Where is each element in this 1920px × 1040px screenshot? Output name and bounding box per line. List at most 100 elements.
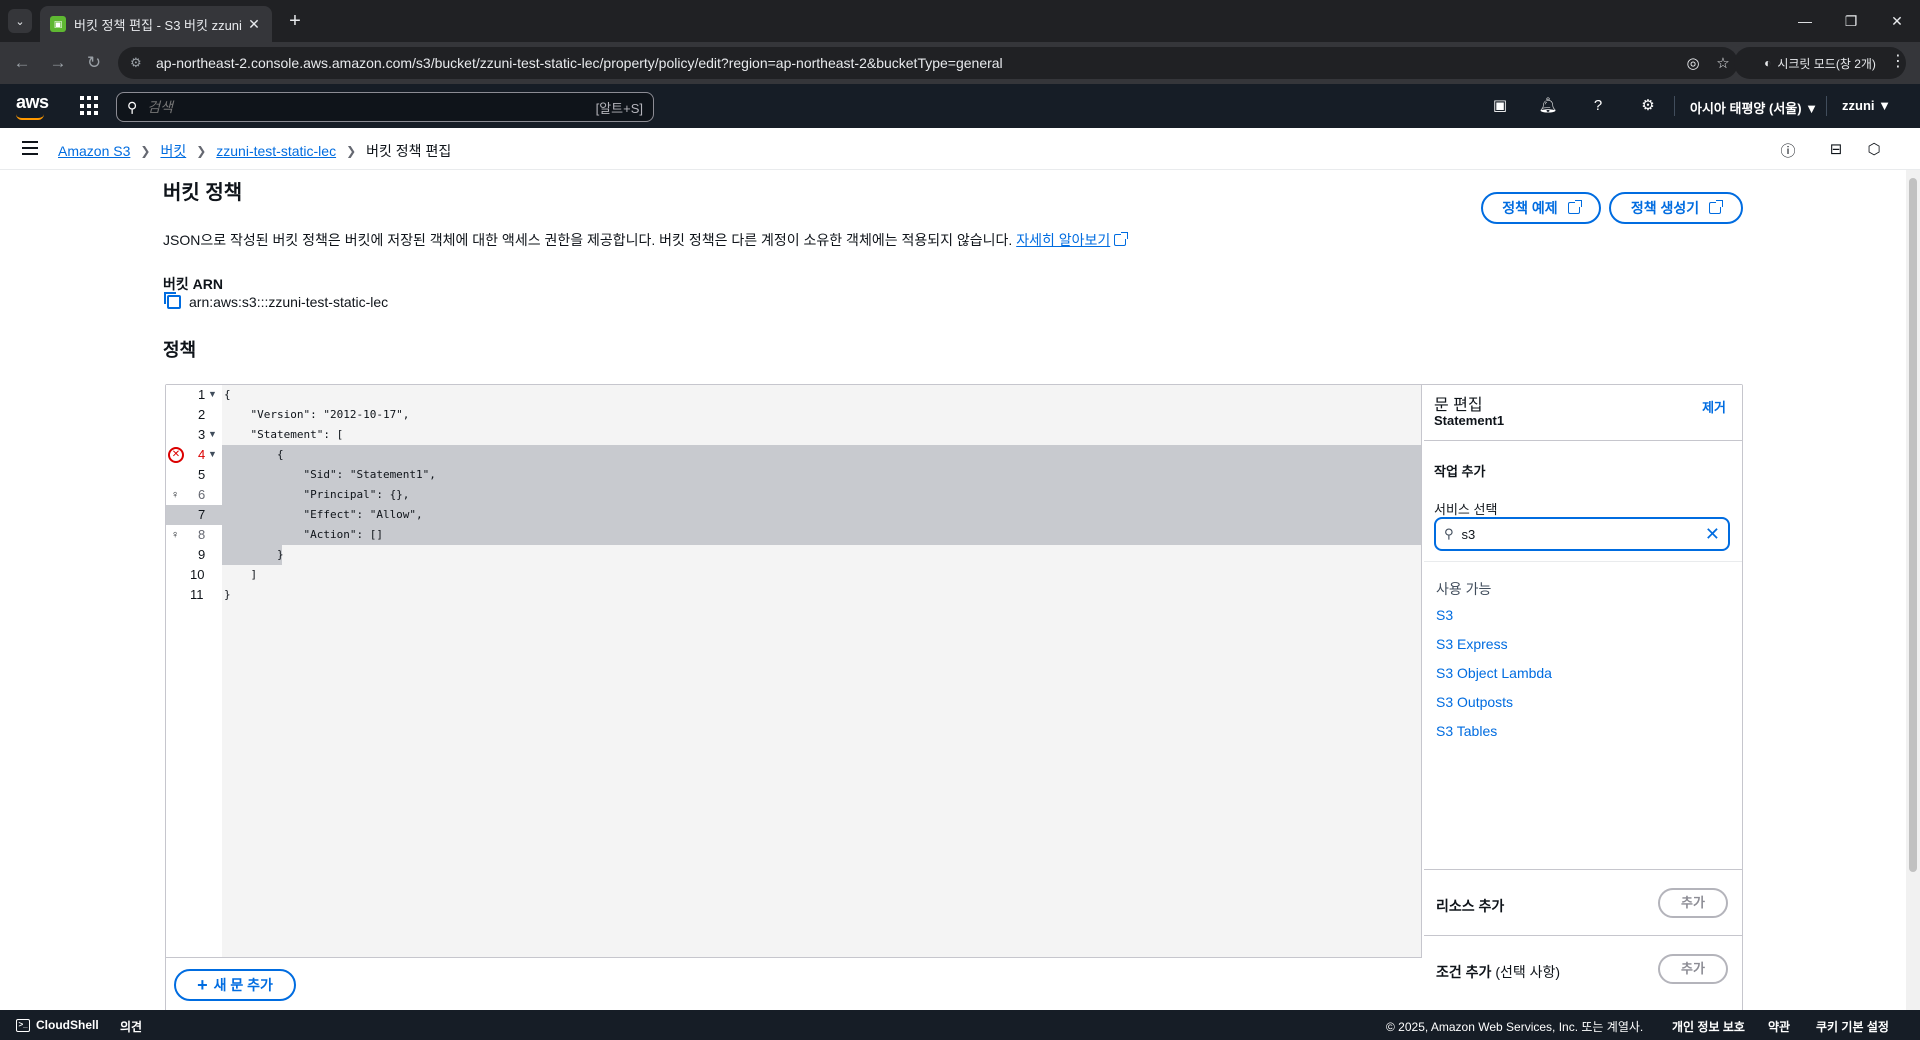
cloudshell-icon[interactable]: ▣ <box>1488 94 1512 118</box>
clear-icon[interactable]: ✕ <box>1705 524 1720 545</box>
remove-statement-button[interactable]: 제거 <box>1702 397 1726 416</box>
aws-search-input[interactable] <box>147 99 596 115</box>
policy-examples-button[interactable]: 정책 예제 <box>1481 192 1601 224</box>
external-link-icon <box>1709 200 1724 214</box>
fold-arrow-icon[interactable]: ▼ <box>208 429 217 439</box>
main-content: 버킷 정책 정책 예제 정책 생성기 JSON으로 작성된 버킷 정책은 버킷에… <box>145 170 1745 1014</box>
line-number: 2 <box>198 407 206 422</box>
line-number: 9 <box>198 547 206 562</box>
service-option-s3[interactable]: S3 <box>1436 607 1453 623</box>
aws-search-box[interactable]: ⚲ [알트+S] <box>116 92 654 122</box>
fold-arrow-icon[interactable]: ▼ <box>208 449 217 459</box>
notifications-bell-icon[interactable]: 🔔︎ <box>1536 94 1560 118</box>
help-icon[interactable]: ? <box>1586 94 1610 118</box>
browser-tab[interactable]: ▣ 버킷 정책 편집 - S3 버킷 zzuni ✕ <box>40 6 272 42</box>
privacy-link[interactable]: 개인 정보 보호 <box>1672 1018 1745 1035</box>
add-new-statement-label: 새 문 추가 <box>213 977 273 993</box>
copy-icon[interactable] <box>164 292 181 309</box>
statement-edit-panel: 문 편집 Statement1 제거 작업 추가 서비스 선택 ⚲ s3 ✕ 사… <box>1424 385 1742 1013</box>
learn-more-link[interactable]: 자세히 알아보기 <box>1016 232 1129 248</box>
policy-editor-container: 1 ▼ 2 3 ▼ ✕ 4 ▼ 5 ♀ 6 7 ♀ 8 9 10 11 {"V… <box>165 384 1743 1014</box>
services-grid-icon[interactable] <box>80 96 100 116</box>
add-condition-label: 조건 추가 (선택 사항) <box>1436 962 1560 982</box>
browser-menu-icon[interactable]: ⋮ <box>1890 51 1906 71</box>
aws-logo-text: aws <box>16 92 49 112</box>
feedback-link[interactable]: 의견 <box>120 1018 142 1035</box>
service-option-s3-outposts[interactable]: S3 Outposts <box>1436 694 1513 710</box>
cloudshell-button[interactable]: >_ CloudShell <box>16 1018 99 1032</box>
url-omnibox[interactable]: ⚙ ap-northeast-2.console.aws.amazon.com/… <box>118 47 1738 79</box>
site-info-icon[interactable]: ⚙ <box>130 55 146 71</box>
scrollbar-thumb[interactable] <box>1909 178 1917 872</box>
settings-gear-icon[interactable]: ⚙ <box>1636 94 1660 118</box>
add-new-statement-button[interactable]: + 새 문 추가 <box>174 969 296 1001</box>
info-icon[interactable]: ⓘ <box>1778 140 1798 160</box>
incognito-badge[interactable]: ◐ 시크릿 모드(창 2개) <box>1734 47 1906 79</box>
bucket-arn-label: 버킷 ARN <box>163 276 223 292</box>
lightbulb-icon[interactable]: ♀ <box>171 529 181 541</box>
editor-code-area[interactable]: { "Version": "2012-10-17", "Statement": … <box>222 385 1421 957</box>
line-number: 8 <box>198 527 206 542</box>
s3-favicon-icon: ▣ <box>50 16 66 32</box>
service-option-s3-express[interactable]: S3 Express <box>1436 636 1508 652</box>
breadcrumb-buckets[interactable]: 버킷 <box>160 141 186 161</box>
feedback-hex-icon[interactable]: ⬡ <box>1864 140 1884 160</box>
aws-top-nav: aws ⚲ [알트+S] ▣ 🔔︎ ? ⚙ 아시아 태평양 (서울) ▼ zzu… <box>0 84 1920 128</box>
code-line: } <box>224 588 231 601</box>
statement-name: Statement1 <box>1434 413 1505 428</box>
search-icon: ⚲ <box>127 98 138 115</box>
forward-icon[interactable]: → <box>46 51 70 75</box>
new-tab-icon[interactable]: + <box>282 8 308 34</box>
tab-close-icon[interactable]: ✕ <box>246 16 262 33</box>
tab-search-icon[interactable]: ⌄ <box>8 9 32 33</box>
page-scrollbar[interactable] <box>1906 170 1920 1010</box>
add-condition-text: 조건 추가 <box>1436 964 1492 980</box>
json-code-editor[interactable]: 1 ▼ 2 3 ▼ ✕ 4 ▼ 5 ♀ 6 7 ♀ 8 9 10 11 {"V… <box>166 385 1422 957</box>
statement-panel-header: 문 편집 Statement1 제거 <box>1424 385 1742 441</box>
account-menu[interactable]: zzuni ▼ <box>1842 98 1891 113</box>
error-icon[interactable]: ✕ <box>168 447 184 463</box>
code-line: "Version": "2012-10-17", <box>224 408 410 421</box>
editor-gutter: 1 ▼ 2 3 ▼ ✕ 4 ▼ 5 ♀ 6 7 ♀ 8 9 10 11 <box>166 385 222 957</box>
policy-heading: 정책 <box>163 340 197 360</box>
line-number: 11 <box>190 587 204 602</box>
terms-link[interactable]: 약관 <box>1768 1018 1790 1035</box>
chevron-right-icon: ❯ <box>196 144 207 158</box>
code-line: "Statement": [ <box>224 428 344 441</box>
service-option-s3-tables[interactable]: S3 Tables <box>1436 723 1497 739</box>
available-label: 사용 가능 <box>1436 581 1492 597</box>
service-select-label: 서비스 선택 <box>1434 502 1498 517</box>
code-line: "Effect": "Allow", <box>224 508 423 521</box>
side-panel-icon[interactable]: ⊟ <box>1826 140 1846 160</box>
breadcrumb-amazon-s3[interactable]: Amazon S3 <box>58 143 130 159</box>
reload-icon[interactable]: ↻ <box>82 51 106 75</box>
breadcrumb-bucket-name[interactable]: zzuni-test-static-lec <box>216 143 336 159</box>
cookie-preferences-link[interactable]: 쿠키 기본 설정 <box>1816 1018 1889 1035</box>
service-option-s3-object-lambda[interactable]: S3 Object Lambda <box>1436 665 1552 681</box>
add-resource-button[interactable]: 추가 <box>1658 888 1728 918</box>
window-close-icon[interactable]: ✕ <box>1874 0 1920 42</box>
code-line: "Action": [] <box>224 528 383 541</box>
back-icon[interactable]: ← <box>10 51 34 75</box>
add-condition-section: 조건 추가 (선택 사항) 추가 <box>1424 935 1742 1013</box>
cloudshell-label: CloudShell <box>36 1018 99 1032</box>
minimize-icon[interactable]: — <box>1782 0 1828 42</box>
eye-off-icon[interactable]: ◎ <box>1678 54 1708 72</box>
policy-examples-label: 정책 예제 <box>1502 200 1558 216</box>
external-link-icon <box>1567 200 1582 214</box>
code-line: { <box>224 448 284 461</box>
fold-arrow-icon[interactable]: ▼ <box>208 389 217 399</box>
statement-panel-title: 문 편집 <box>1434 397 1483 414</box>
lightbulb-icon[interactable]: ♀ <box>171 489 181 501</box>
line-number: 3 <box>198 427 206 442</box>
restore-icon[interactable]: ❐ <box>1828 0 1874 42</box>
line-number: 7 <box>198 507 206 522</box>
service-search-input[interactable]: ⚲ s3 ✕ <box>1434 517 1730 551</box>
policy-generator-button[interactable]: 정책 생성기 <box>1609 192 1743 224</box>
region-selector[interactable]: 아시아 태평양 (서울) ▼ <box>1690 98 1818 117</box>
side-nav-menu-icon[interactable] <box>22 141 38 155</box>
add-condition-button[interactable]: 추가 <box>1658 954 1728 984</box>
line-number: 1 <box>198 387 206 402</box>
chevron-right-icon: ❯ <box>140 144 151 158</box>
aws-logo[interactable]: aws <box>16 92 49 120</box>
